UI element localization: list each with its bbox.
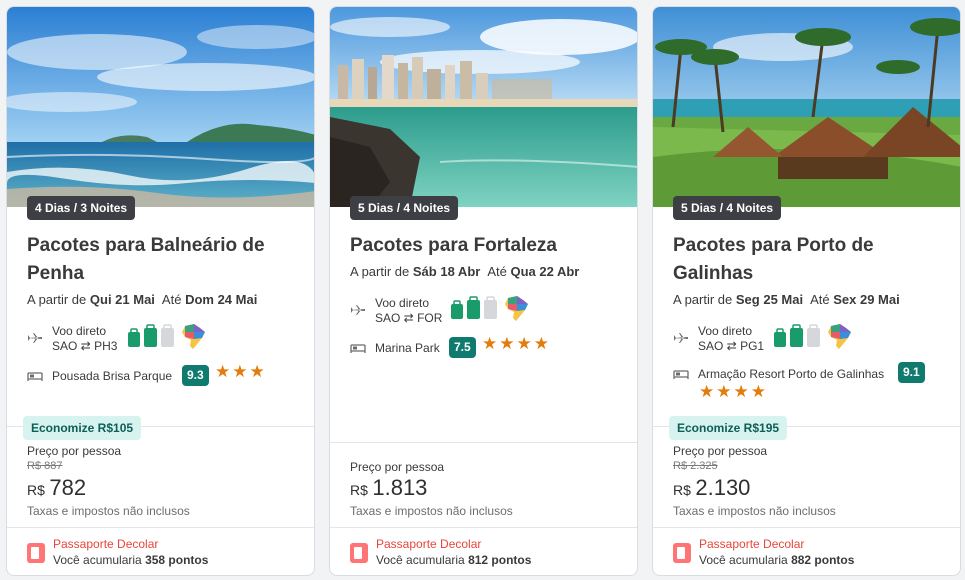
end-date: Qua 22 Abr [510, 264, 580, 279]
travel-dates: A partir de Qui 21 Mai Até Dom 24 Mai [27, 292, 258, 307]
flight-type: Voo direto [52, 324, 107, 338]
end-date: Sex 29 Mai [833, 292, 900, 307]
hotel-name: Marina Park [375, 341, 440, 355]
divider [653, 527, 960, 528]
savings-badge: Economize R$195 [669, 416, 788, 440]
price-currency: R$ [27, 482, 45, 498]
price: R$ 1.813 [350, 475, 427, 501]
hotel-stars: ★★★★ [699, 382, 768, 401]
luggage-icon [774, 324, 820, 347]
duration-badge: 5 Dias / 4 Noites [673, 196, 782, 220]
price-amount: 1.813 [372, 475, 428, 500]
passport-icon [350, 543, 368, 563]
hotel-name: Pousada Brisa Parque [52, 369, 173, 383]
travel-dates: A partir de Sáb 18 Abr Até Qua 22 Abr [350, 264, 580, 279]
flight-route: SAO ⇄ PG1 [698, 339, 765, 353]
passport-title[interactable]: Passaporte Decolar [699, 537, 804, 551]
airplane-icon [674, 333, 688, 343]
package-title[interactable]: Pacotes para Fortaleza [350, 232, 620, 260]
start-date: Seg 25 Mai [735, 292, 804, 307]
passport-icon [673, 543, 691, 563]
bed-icon [350, 344, 366, 353]
brazil-map-icon [182, 324, 205, 349]
rating-badge: 9.1 [898, 362, 925, 383]
price-amount: 782 [49, 475, 87, 500]
hotel-stars: ★★★ [215, 362, 267, 381]
passport-icon [27, 543, 45, 563]
package-title[interactable]: Pacotes para Balneário de Penha [27, 232, 297, 288]
divider [330, 442, 637, 443]
bed-icon [673, 370, 689, 379]
passport-points: Você acumularia 882 pontos [699, 553, 855, 567]
package-card-fortaleza[interactable]: 5 Dias / 4 Noites Pacotes para Fortaleza… [329, 6, 638, 576]
old-price: R$ 887 [27, 460, 63, 472]
airplane-icon [351, 305, 365, 315]
flight-type: Voo direto [698, 324, 753, 338]
start-date: Qui 21 Mai [89, 292, 155, 307]
price-label: Preço por pessoa [27, 444, 122, 458]
price-label: Preço por pessoa [350, 460, 445, 474]
price: R$ 2.130 [673, 475, 750, 501]
duration-badge: 5 Dias / 4 Noites [350, 196, 459, 220]
passport-points: Você acumularia 358 pontos [53, 553, 209, 567]
rating-badge: 7.5 [449, 337, 476, 358]
divider [330, 527, 637, 528]
duration-badge: 4 Dias / 3 Noites [27, 196, 136, 220]
package-card-porto-de-galinhas[interactable]: 5 Dias / 4 Noites Pacotes para Porto de … [652, 6, 961, 576]
hotel-stars: ★★★★ [482, 334, 551, 353]
hotel-name: Armação Resort Porto de Galinhas [698, 367, 885, 381]
price: R$ 782 [27, 475, 86, 501]
package-title[interactable]: Pacotes para Porto de Galinhas [673, 232, 943, 288]
start-date: Sáb 18 Abr [412, 264, 481, 279]
brazil-map-icon [828, 324, 851, 349]
passport-points: Você acumularia 812 pontos [376, 553, 532, 567]
bed-icon [27, 372, 43, 381]
flight-info: Voo direto SAO ⇄ PH3 [27, 323, 312, 355]
price-currency: R$ [350, 482, 368, 498]
travel-dates: A partir de Seg 25 Mai Até Sex 29 Mai [673, 292, 900, 307]
taxes-note: Taxas e impostos não inclusos [673, 504, 836, 518]
destination-photo [653, 7, 960, 207]
flight-route: SAO ⇄ PH3 [52, 339, 118, 353]
price-currency: R$ [673, 482, 691, 498]
savings-badge: Economize R$105 [23, 416, 142, 440]
package-card-penha[interactable]: 4 Dias / 3 Noites Pacotes para Balneário… [6, 6, 315, 576]
luggage-icon [451, 296, 497, 319]
price-label: Preço por pessoa [673, 444, 768, 458]
passport-title[interactable]: Passaporte Decolar [376, 537, 481, 551]
airplane-icon [28, 333, 42, 343]
price-amount: 2.130 [695, 475, 751, 500]
taxes-note: Taxas e impostos não inclusos [27, 504, 190, 518]
taxes-note: Taxas e impostos não inclusos [350, 504, 513, 518]
end-date: Dom 24 Mai [185, 292, 258, 307]
brazil-map-icon [505, 296, 528, 321]
flight-info: Voo direto SAO ⇄ FOR [350, 295, 635, 327]
flight-type: Voo direto [375, 296, 430, 310]
destination-photo [330, 7, 637, 207]
flight-info: Voo direto SAO ⇄ PG1 [673, 323, 958, 355]
passport-title[interactable]: Passaporte Decolar [53, 537, 158, 551]
luggage-icon [128, 324, 174, 347]
rating-badge: 9.3 [182, 365, 209, 386]
old-price: R$ 2.325 [673, 460, 718, 472]
destination-photo [7, 7, 314, 207]
divider [7, 527, 314, 528]
flight-route: SAO ⇄ FOR [375, 311, 443, 325]
